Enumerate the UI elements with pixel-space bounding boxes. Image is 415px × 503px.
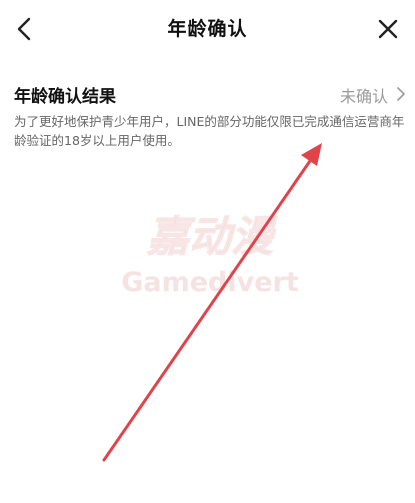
watermark-text-cn: 嘉动漫 (147, 212, 278, 261)
close-icon (378, 19, 398, 39)
chevron-right-icon (397, 87, 405, 101)
close-button[interactable] (373, 14, 403, 44)
age-confirmation-status: 未确认 (339, 87, 388, 106)
page-title: 年龄确认 (167, 18, 248, 40)
navigation-bar: 年龄确认 (0, 0, 415, 58)
watermark-text-en: Gamedivert (121, 267, 299, 298)
watermark-logo: 嘉动漫 Gamedivert (121, 212, 299, 299)
annotation-arrow (102, 143, 322, 462)
age-confirmation-row[interactable]: 年龄确认结果 未确认 (14, 80, 406, 108)
age-confirmation-description: 为了更好地保护青少年用户，LINE的部分功能仅限已完成通信运营商年龄验证的18岁… (14, 114, 405, 148)
age-confirmation-label: 年龄确认结果 (14, 87, 116, 107)
